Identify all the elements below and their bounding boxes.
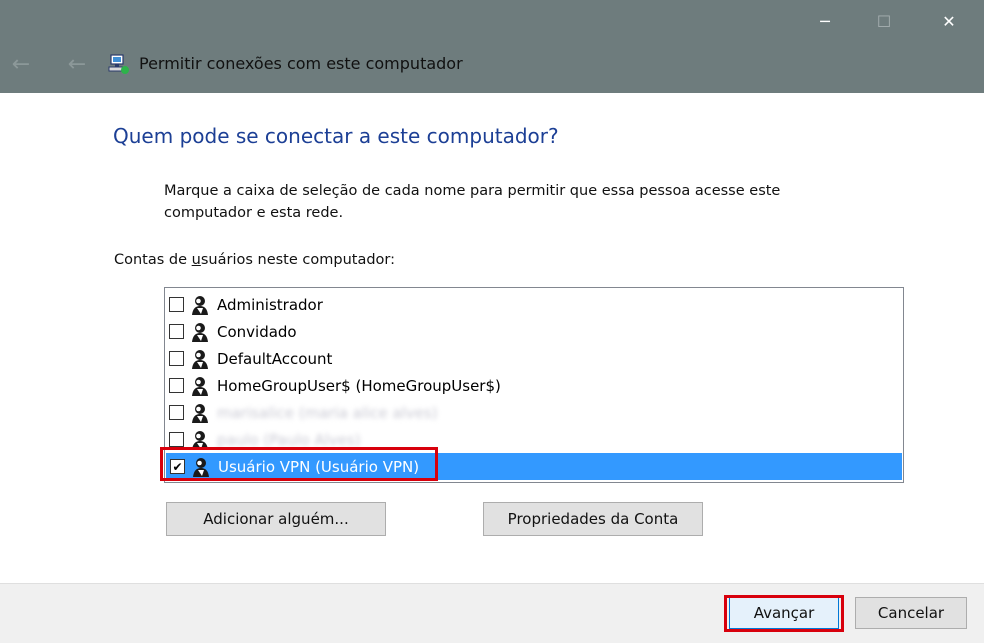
account-list-item[interactable]: Convidado — [165, 318, 903, 345]
user-account-icon — [189, 320, 211, 343]
forward-button[interactable]: ← — [60, 50, 94, 78]
user-account-icon — [189, 347, 211, 370]
maximize-button[interactable]: ☐ — [854, 0, 914, 42]
account-checkbox[interactable] — [169, 351, 184, 366]
account-checkbox[interactable] — [169, 405, 184, 420]
account-name: marisalice (maria alice alves) — [217, 403, 438, 422]
user-account-icon — [189, 401, 211, 424]
close-icon: ✕ — [942, 11, 956, 31]
account-checkbox[interactable] — [169, 378, 184, 393]
account-checkbox[interactable] — [169, 324, 184, 339]
back-arrow-icon: ← — [11, 51, 31, 77]
accounts-label-post: suários neste computador: — [200, 252, 395, 268]
user-account-icon — [189, 293, 211, 316]
account-list-item[interactable]: DefaultAccount — [165, 345, 903, 372]
minimize-icon: ─ — [820, 11, 830, 31]
minimize-button[interactable]: ─ — [795, 0, 855, 42]
accounts-label: Contas de usuários neste computador: — [114, 252, 395, 268]
account-name: HomeGroupUser$ (HomeGroupUser$) — [217, 376, 501, 395]
window-title: Permitir conexões com este computador — [139, 54, 463, 73]
cancel-button[interactable]: Cancelar — [855, 597, 967, 629]
add-someone-button[interactable]: Adicionar alguém... — [166, 502, 386, 536]
next-button-highlight — [724, 595, 844, 632]
selected-item-highlight — [160, 447, 438, 481]
account-list-item[interactable]: Administrador — [165, 291, 903, 318]
accounts-label-pre: Contas de — [114, 252, 192, 268]
close-button[interactable]: ✕ — [919, 0, 979, 42]
account-name: paulo (Paulo Alves) — [217, 430, 361, 449]
account-list-item[interactable]: marisalice (maria alice alves) — [165, 399, 903, 426]
account-name: Administrador — [217, 295, 323, 314]
account-checkbox[interactable] — [169, 432, 184, 447]
network-connection-icon — [108, 54, 129, 74]
account-properties-label: Propriedades da Conta — [507, 510, 679, 528]
account-list-item[interactable]: HomeGroupUser$ (HomeGroupUser$) — [165, 372, 903, 399]
maximize-icon: ☐ — [876, 11, 892, 31]
account-name: DefaultAccount — [217, 349, 333, 368]
forward-arrow-icon: ← — [67, 51, 87, 77]
account-properties-button[interactable]: Propriedades da Conta — [483, 502, 703, 536]
accounts-label-accesskey: u — [191, 252, 201, 268]
back-button[interactable]: ← — [4, 50, 38, 78]
account-checkbox[interactable] — [169, 297, 184, 312]
title-bar: ─ ☐ ✕ ← ← Permitir conexões com este com… — [0, 0, 984, 93]
account-name: Convidado — [217, 322, 297, 341]
cancel-label: Cancelar — [877, 604, 945, 622]
page-heading: Quem pode se conectar a este computador? — [113, 124, 559, 148]
user-account-icon — [189, 374, 211, 397]
add-someone-label: Adicionar alguém... — [203, 510, 349, 528]
instructions-text: Marque a caixa de seleção de cada nome p… — [164, 183, 781, 221]
